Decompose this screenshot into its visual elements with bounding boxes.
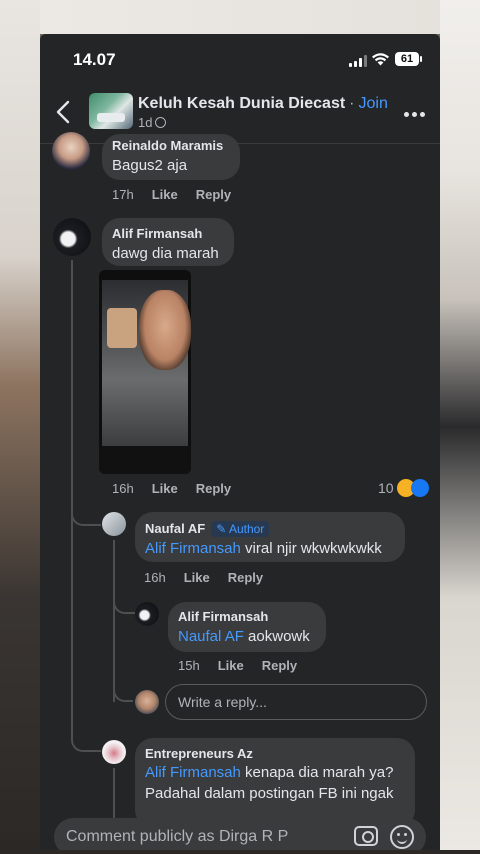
comment-actions: 16h Like Reply	[112, 481, 249, 496]
phone-screen: 14.07 61 Keluh Kesah Dunia Diecast · Join …	[40, 34, 440, 854]
camera-icon[interactable]	[354, 826, 378, 846]
comment-actions: 17h Like Reply	[112, 187, 249, 202]
avatar[interactable]	[52, 132, 90, 170]
comment-author[interactable]: Alif Firmansah	[112, 226, 202, 241]
group-header: Keluh Kesah Dunia Diecast · Join 1d	[40, 86, 440, 144]
battery-icon: 61	[395, 52, 422, 66]
avatar[interactable]	[135, 602, 159, 626]
comment-text: Naufal AF aokwowk	[178, 628, 310, 645]
emoji-icon[interactable]	[390, 825, 414, 849]
thread-branch	[71, 700, 101, 752]
like-button[interactable]: Like	[218, 658, 244, 673]
like-button[interactable]: Like	[152, 481, 178, 496]
user-avatar	[135, 690, 159, 714]
like-button[interactable]: Like	[184, 570, 210, 585]
group-name[interactable]: Keluh Kesah Dunia Diecast	[138, 95, 345, 112]
reply-input[interactable]: Write a reply...	[165, 684, 427, 720]
mention-link[interactable]: Alif Firmansah	[145, 764, 241, 781]
thread-branch	[113, 674, 133, 702]
background-top	[40, 0, 440, 34]
join-button[interactable]: Join	[359, 95, 388, 112]
comment-time: 15h	[178, 658, 200, 673]
comment-actions: 16h Like Reply	[144, 570, 281, 585]
comment-text: Alif Firmansah viral njir wkwkwkwkk	[145, 540, 382, 557]
author-badge: ✎ Author	[211, 521, 270, 537]
comment-text: Padahal dalam postingan FB ini ngak	[145, 785, 394, 802]
post-meta: 1d	[138, 115, 167, 130]
comment-author-row: Naufal AF ✎ Author	[145, 521, 270, 537]
signal-icon	[349, 55, 367, 67]
title-separator: ·	[349, 95, 355, 112]
background-right	[440, 0, 480, 854]
status-time: 14.07	[73, 50, 116, 69]
thread-branch	[71, 484, 101, 526]
reply-button[interactable]: Reply	[196, 187, 231, 202]
status-bar: 14.07 61	[40, 34, 440, 84]
group-title-row: Keluh Kesah Dunia Diecast · Join	[138, 95, 388, 113]
avatar[interactable]	[53, 218, 91, 256]
comment-text: Alif Firmansah kenapa dia marah ya?	[145, 764, 394, 781]
reply-button[interactable]: Reply	[228, 570, 263, 585]
comment-author[interactable]: Entrepreneurs Az	[145, 746, 253, 761]
comment-author[interactable]: Reinaldo Maramis	[112, 138, 223, 153]
reply-button[interactable]: Reply	[196, 481, 231, 496]
comment-text: Bagus2 aja	[112, 157, 188, 174]
more-options-icon[interactable]	[404, 112, 426, 118]
like-button[interactable]: Like	[152, 187, 178, 202]
background-bottom	[0, 850, 480, 854]
post-age: 1d	[138, 115, 153, 130]
comment-author[interactable]: Naufal AF	[145, 521, 205, 536]
reaction-summary[interactable]: 10	[378, 479, 430, 497]
like-reaction-icon	[411, 479, 430, 497]
back-arrow-icon[interactable]	[54, 100, 74, 124]
comment-time: 16h	[144, 570, 166, 585]
comment-time: 16h	[112, 481, 134, 496]
globe-icon	[155, 117, 167, 128]
comment-composer[interactable]: Comment publicly as Dirga R P	[54, 818, 426, 854]
group-thumbnail[interactable]	[89, 93, 133, 129]
thread-line	[71, 260, 73, 700]
composer-placeholder: Comment publicly as Dirga R P	[66, 828, 289, 845]
reply-button[interactable]: Reply	[262, 658, 297, 673]
comment-actions: 15h Like Reply	[178, 658, 315, 673]
wifi-icon	[372, 53, 389, 66]
comment-text: dawg dia marah	[112, 245, 219, 262]
background-left	[0, 0, 40, 854]
comment-media-screenshot[interactable]	[99, 270, 191, 474]
comment-author[interactable]: Alif Firmansah	[178, 609, 268, 624]
thread-line	[113, 768, 115, 818]
thread-branch	[113, 594, 135, 614]
avatar[interactable]	[102, 740, 126, 764]
mention-link[interactable]: Alif Firmansah	[145, 540, 241, 557]
mention-link[interactable]: Naufal AF	[178, 628, 244, 645]
reaction-count: 10	[378, 480, 394, 496]
comment-time: 17h	[112, 187, 134, 202]
avatar[interactable]	[102, 512, 126, 536]
